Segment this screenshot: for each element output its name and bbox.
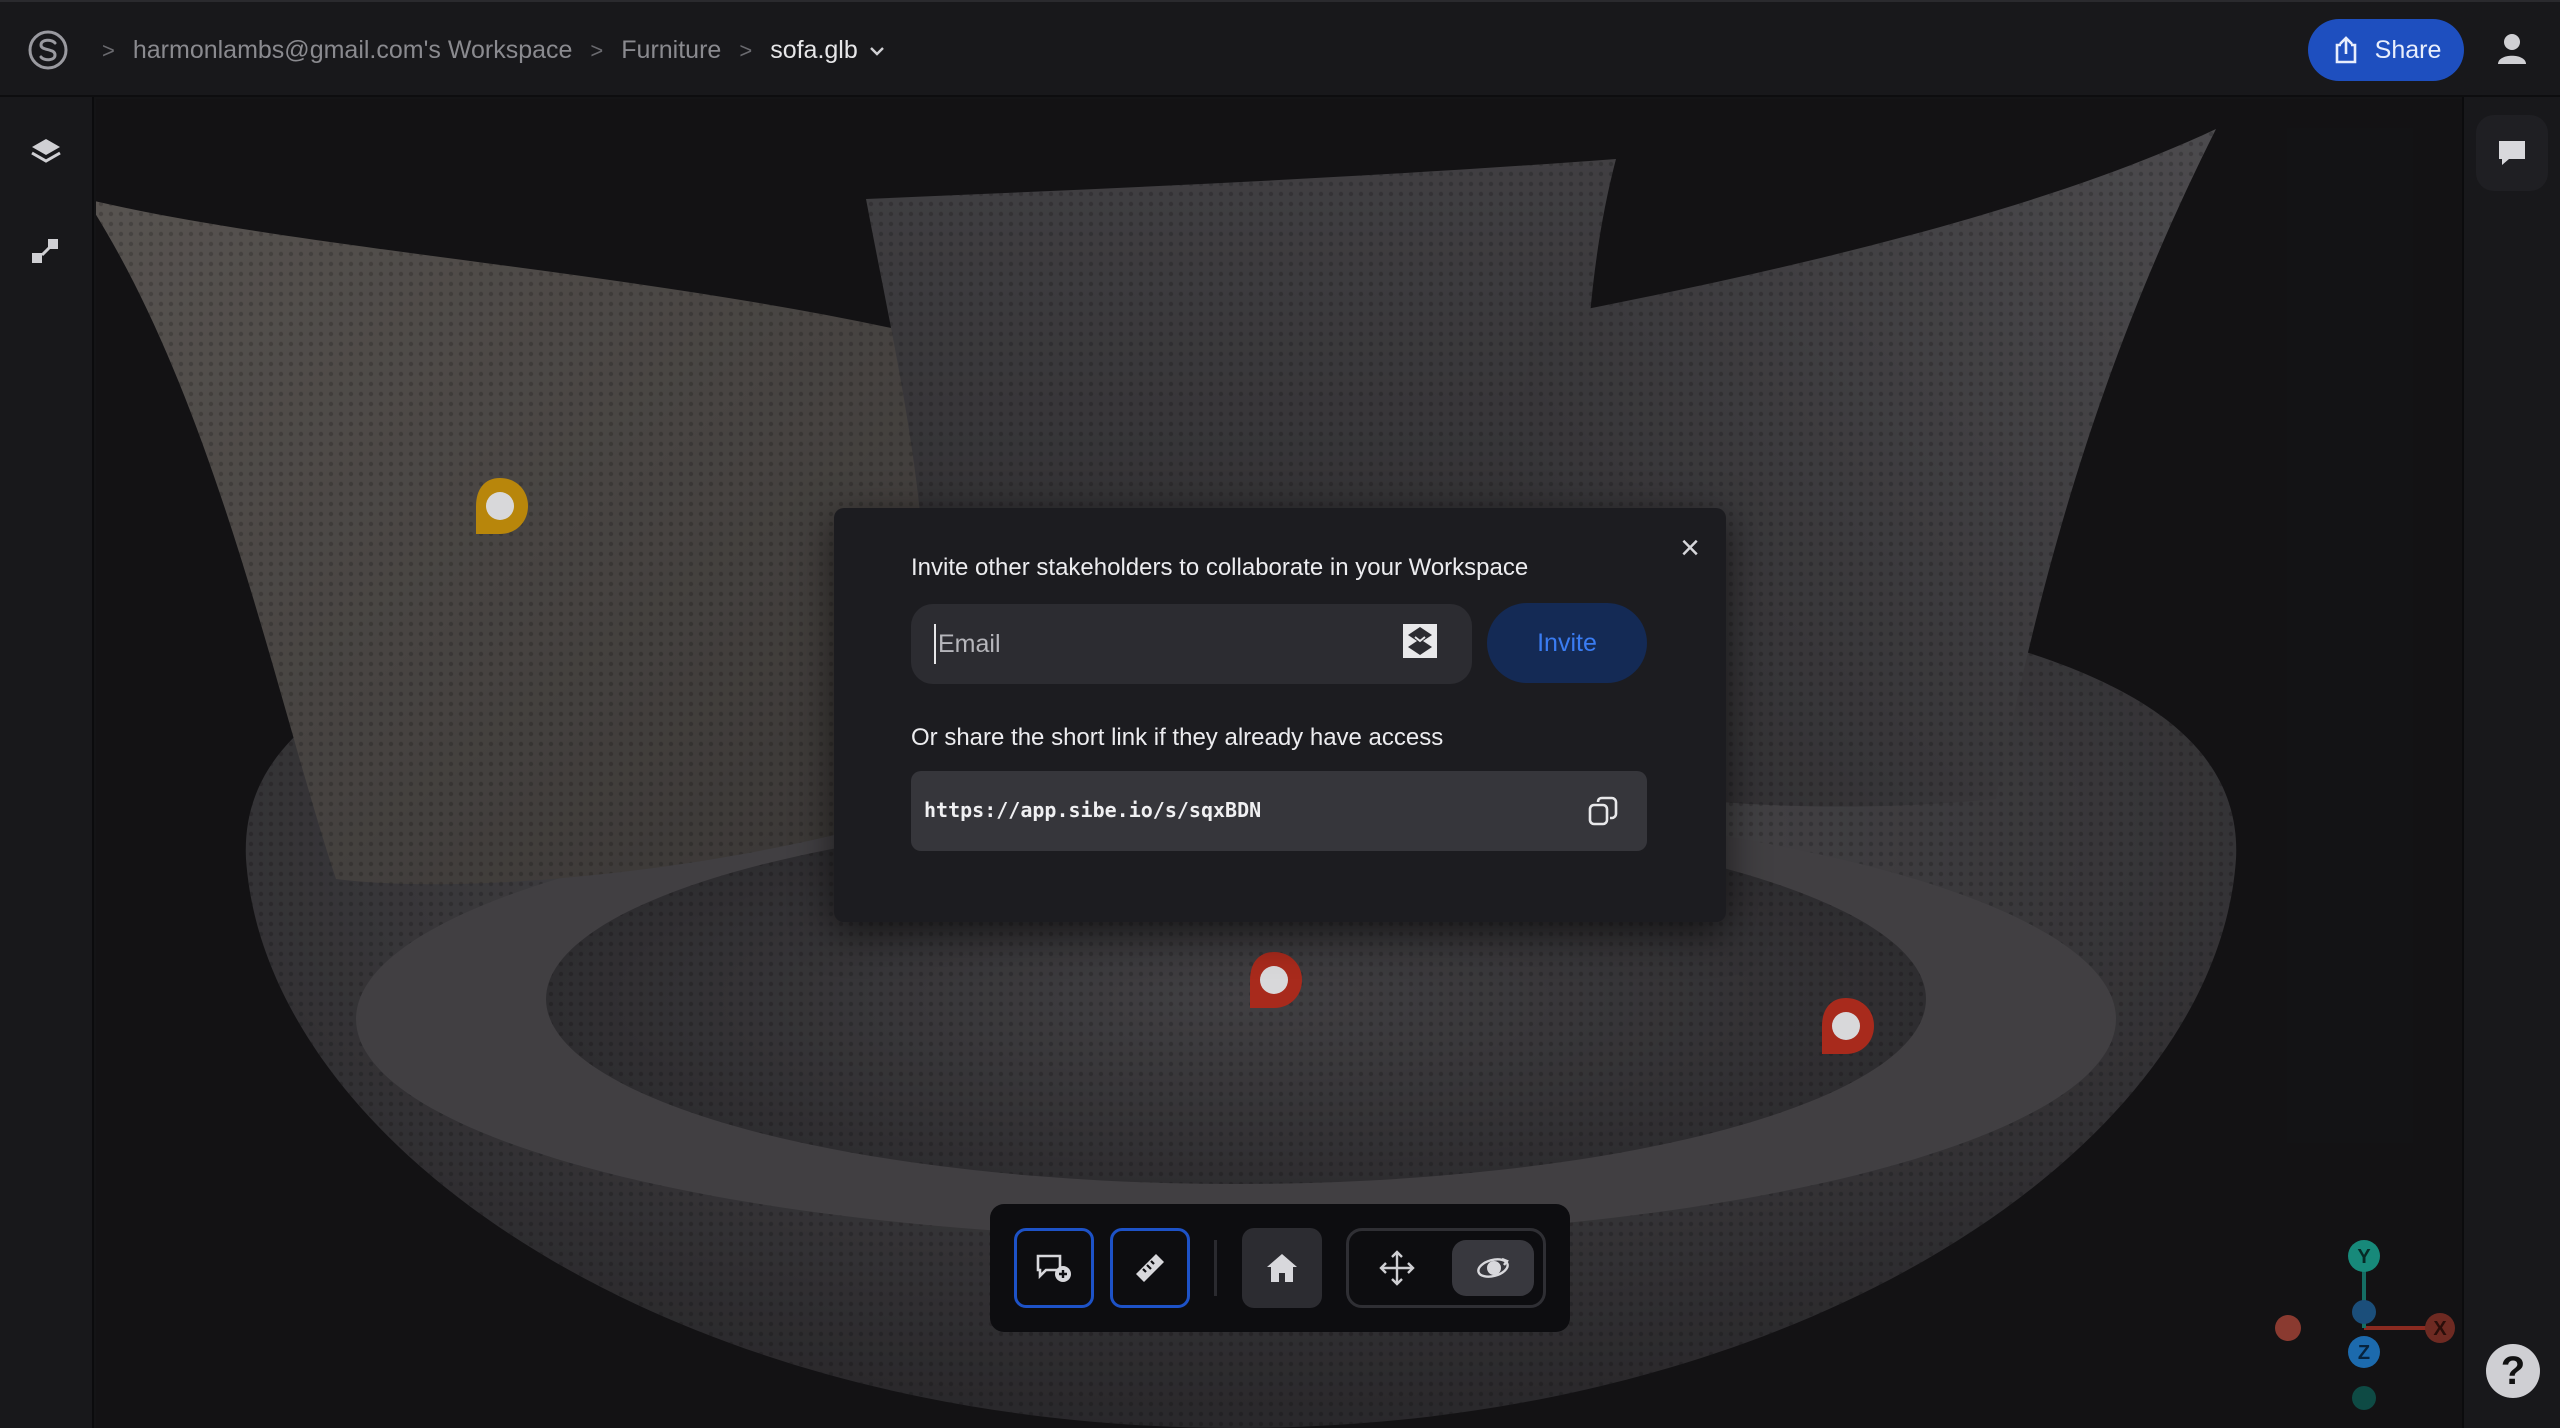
right-sidebar: [2462, 97, 2560, 1428]
app-logo-icon[interactable]: [26, 28, 70, 72]
comments-button[interactable]: [2476, 115, 2548, 191]
add-comment-button[interactable]: [1014, 1228, 1094, 1308]
short-link-text[interactable]: https://app.sibe.io/s/sqxBDN: [924, 798, 1261, 822]
home-view-button[interactable]: [1242, 1228, 1322, 1308]
share-link-hint: Or share the short link if they already …: [911, 724, 1444, 751]
layers-icon[interactable]: [28, 135, 64, 171]
help-button[interactable]: ?: [2486, 1344, 2540, 1398]
breadcrumb: > harmonlambs@gmail.com's Workspace > Fu…: [84, 2, 886, 99]
measure-button[interactable]: [1110, 1228, 1190, 1308]
dialog-title: Invite other stakeholders to collaborate…: [911, 554, 1529, 581]
scene-graph-icon[interactable]: [28, 233, 64, 269]
axis-z-label: Z: [2358, 1342, 2370, 1364]
toolbar-divider: [1214, 1240, 1217, 1296]
annotation-pin-red[interactable]: [1242, 948, 1306, 1012]
chevron-down-icon[interactable]: [868, 42, 886, 60]
annotation-pin-red[interactable]: [1814, 994, 1878, 1058]
email-field[interactable]: [934, 624, 1374, 664]
breadcrumb-file[interactable]: sofa.glb: [770, 36, 858, 65]
add-comment-icon: [1036, 1254, 1071, 1282]
share-button[interactable]: Share: [2308, 19, 2464, 81]
breadcrumb-separator: >: [590, 37, 604, 63]
share-button-label: Share: [2374, 35, 2442, 64]
left-sidebar: [0, 97, 94, 1428]
top-bar: > harmonlambs@gmail.com's Workspace > Fu…: [0, 0, 2560, 97]
pan-icon[interactable]: [1378, 1249, 1416, 1287]
breadcrumb-separator: >: [102, 37, 115, 63]
axis-y-label: Y: [2357, 1246, 2371, 1268]
annotation-pin-yellow[interactable]: [468, 474, 532, 538]
orbit-icon[interactable]: [1474, 1249, 1512, 1287]
breadcrumb-folder[interactable]: Furniture: [621, 36, 721, 65]
invite-button[interactable]: Invite: [1487, 603, 1647, 683]
user-avatar-icon[interactable]: [2490, 28, 2534, 72]
axis-x-label: X: [2433, 1318, 2447, 1340]
breadcrumb-workspace[interactable]: harmonlambs@gmail.com's Workspace: [133, 36, 573, 65]
contacts-autofill-icon[interactable]: [1402, 623, 1438, 659]
share-icon: [2335, 36, 2356, 64]
comments-icon: [2499, 141, 2525, 165]
breadcrumb-separator: >: [739, 37, 753, 63]
home-icon: [1267, 1254, 1297, 1282]
axis-gizmo[interactable]: X Y Z: [2260, 1230, 2460, 1420]
close-icon[interactable]: ×: [1672, 530, 1708, 566]
measure-icon: [1136, 1254, 1164, 1282]
copy-icon[interactable]: [1586, 794, 1620, 828]
